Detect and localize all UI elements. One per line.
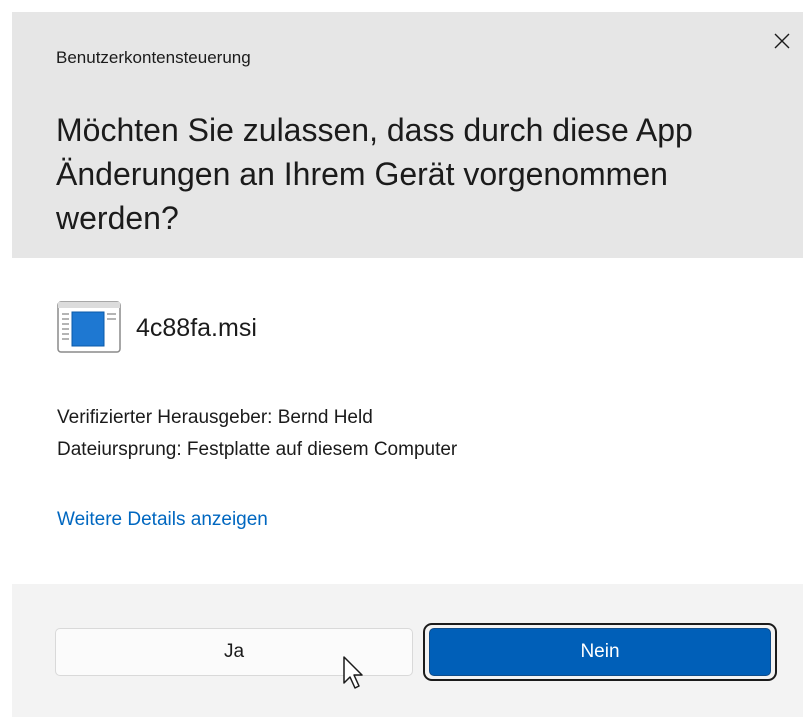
prompt-line-2: Änderungen an Ihrem Gerät vorgenommen <box>56 156 668 192</box>
file-origin: Dateiursprung: Festplatte auf diesem Com… <box>57 439 458 460</box>
installer-window-icon <box>57 301 121 353</box>
verified-publisher: Verifizierter Herausgeber: Bernd Held <box>57 407 373 428</box>
dialog-footer: Ja Nein <box>12 584 803 717</box>
prompt-line-1: Möchten Sie zulassen, dass durch diese A… <box>56 112 693 148</box>
yes-button[interactable]: Ja <box>55 628 413 676</box>
show-more-details-link[interactable]: Weitere Details anzeigen <box>57 509 268 531</box>
uac-dialog: Benutzerkontensteuerung Möchten Sie zula… <box>12 12 803 717</box>
dialog-header: Benutzerkontensteuerung Möchten Sie zula… <box>12 12 803 258</box>
app-file-name: 4c88fa.msi <box>136 313 257 342</box>
close-button[interactable] <box>761 20 803 62</box>
prompt-line-3: werden? <box>56 200 179 236</box>
no-button[interactable]: Nein <box>429 628 771 676</box>
close-icon <box>774 33 790 49</box>
app-info-row: 4c88fa.msi <box>52 300 257 356</box>
consent-prompt: Möchten Sie zulassen, dass durch diese A… <box>56 108 756 240</box>
publisher-info: Verifizierter Herausgeber: Bernd Held Da… <box>57 402 457 466</box>
window-title: Benutzerkontensteuerung <box>56 48 251 67</box>
